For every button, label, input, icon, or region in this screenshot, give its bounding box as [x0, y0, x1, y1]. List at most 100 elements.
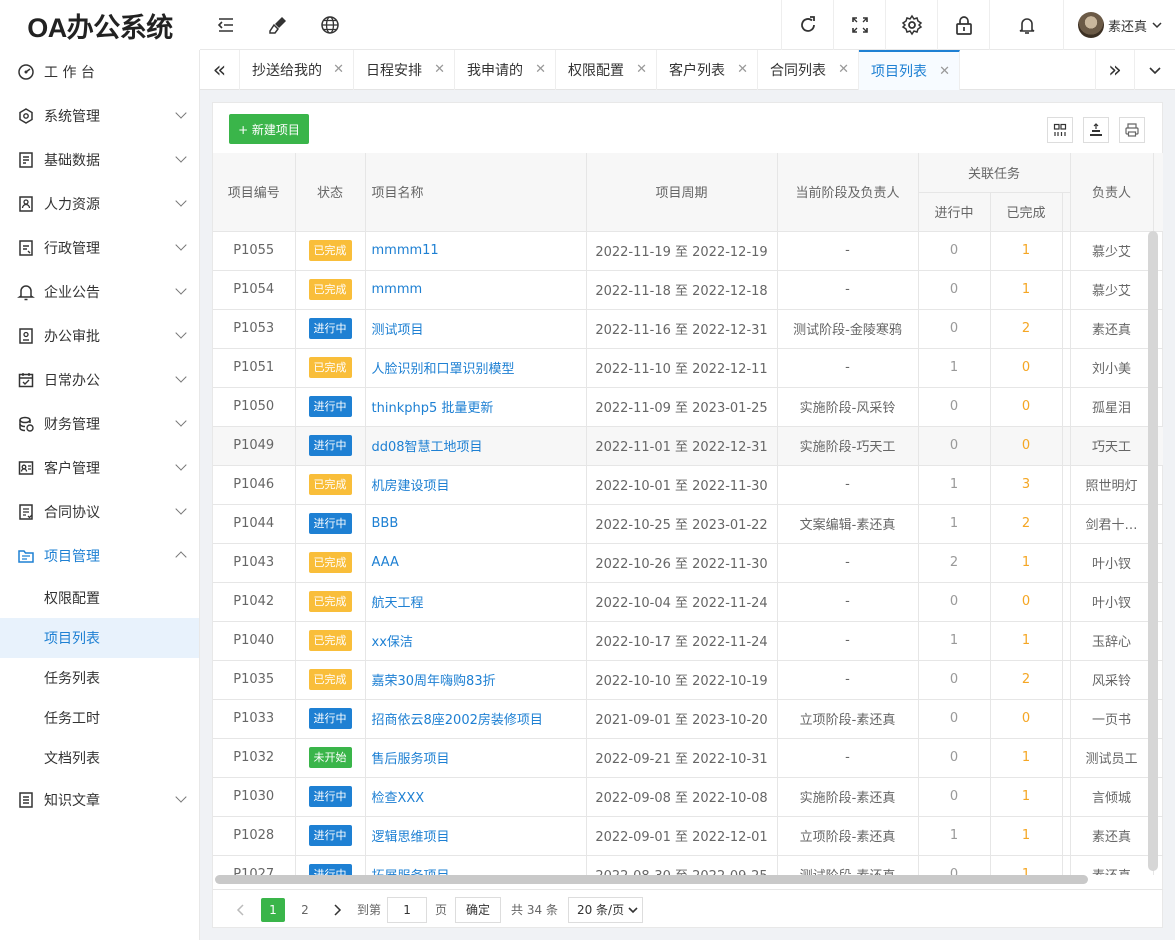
project-name-link[interactable]: 售后服务项目: [365, 738, 587, 778]
project-name-link[interactable]: xx保洁: [365, 621, 587, 661]
project-name-link[interactable]: mmmm: [365, 270, 587, 310]
project-name-link[interactable]: 人脸识别和口罩识别模型: [365, 348, 587, 388]
table-row[interactable]: P1033 进行中 招商依云8座2002房装修项目 2021-09-01 至 2023…: [213, 699, 1163, 739]
close-icon[interactable]: ✕: [535, 62, 546, 77]
lock-icon[interactable]: [937, 0, 989, 50]
new-project-button[interactable]: + 新建项目: [229, 114, 309, 144]
page-2[interactable]: 2: [293, 898, 317, 922]
export-icon[interactable]: [1083, 117, 1109, 143]
col-header-code[interactable]: 项目编号: [213, 153, 296, 232]
sidebar-item-finance[interactable]: 财务管理: [0, 402, 199, 446]
sidebar-item-customer[interactable]: 客户管理: [0, 446, 199, 490]
table-row[interactable]: P1028 进行中 逻辑思维项目 2022-09-01 至 2022-12-01 立项阶…: [213, 816, 1163, 856]
settings-gear-icon[interactable]: [885, 0, 937, 50]
close-icon[interactable]: ✕: [939, 64, 950, 79]
col-header-period[interactable]: 项目周期: [586, 153, 778, 232]
project-name-link[interactable]: 招商依云8座2002房装修项目: [365, 699, 587, 739]
page-size-select[interactable]: 20 条/页: [567, 896, 644, 923]
sidebar-item-hr[interactable]: 人力资源: [0, 182, 199, 226]
project-name-link[interactable]: BBB: [365, 504, 587, 544]
table-row[interactable]: P1042 已完成 航天工程 2022-10-04 至 2022-11-24-0 0 叶小…: [213, 582, 1163, 622]
project-name-link[interactable]: 逻辑思维项目: [365, 816, 587, 856]
tab-menu-chevron-icon[interactable]: [1135, 50, 1175, 90]
sidebar-sub-task-hours[interactable]: 任务工时: [0, 698, 199, 738]
project-name-link[interactable]: mmmm11: [365, 231, 587, 271]
sidebar-item-daily-office[interactable]: 日常办公: [0, 358, 199, 402]
page-1[interactable]: 1: [261, 897, 285, 922]
sidebar-item-announcement[interactable]: 企业公告: [0, 270, 199, 314]
fullscreen-icon[interactable]: [833, 0, 885, 50]
sidebar-item-basic-data[interactable]: 基础数据: [0, 138, 199, 182]
sidebar-item-project[interactable]: 项目管理: [0, 534, 199, 578]
tab-permission[interactable]: 权限配置 ✕: [556, 50, 657, 90]
table-row[interactable]: P1050 进行中 thinkphp5 批量更新 2022-11-09 至 2023-…: [213, 387, 1163, 427]
close-icon[interactable]: ✕: [636, 62, 647, 77]
col-header-done[interactable]: 已完成: [990, 192, 1063, 232]
table-row[interactable]: P1030 进行中 检查XXX 2022-09-08 至 2022-10-08 实施阶段…: [213, 777, 1163, 817]
sidebar-item-knowledge[interactable]: 知识文章: [0, 778, 199, 822]
tab-schedule[interactable]: 日程安排 ✕: [354, 50, 455, 90]
menu-collapse-icon[interactable]: [204, 0, 248, 50]
col-header-doing[interactable]: 进行中: [918, 192, 991, 232]
column-filter-icon[interactable]: [1047, 117, 1073, 143]
project-name-link[interactable]: 机房建设项目: [365, 465, 587, 505]
project-name-link[interactable]: 拓展服务项目: [365, 855, 587, 875]
tab-my-applications[interactable]: 我申请的 ✕: [455, 50, 556, 90]
tab-scroll-left-icon[interactable]: «: [200, 50, 240, 90]
project-name-link[interactable]: AAA: [365, 543, 587, 583]
table-row[interactable]: P1055 已完成 mmmm11 2022-11-19 至 2022-12-19-0 1…: [213, 231, 1163, 271]
clear-cache-icon[interactable]: [256, 0, 300, 50]
next-page-icon[interactable]: [325, 898, 349, 922]
notification-bell-icon[interactable]: [989, 0, 1064, 50]
sidebar-sub-task-list[interactable]: 任务列表: [0, 658, 199, 698]
close-icon[interactable]: ✕: [333, 62, 344, 77]
project-name-link[interactable]: 航天工程: [365, 582, 587, 622]
table-row[interactable]: P1053 进行中 测试项目 2022-11-16 至 2022-12-31 测试阶段-…: [213, 309, 1163, 349]
language-globe-icon[interactable]: [308, 0, 352, 50]
table-row[interactable]: P1049 进行中 dd08智慧工地项目 2022-11-01 至 2022-12-3…: [213, 426, 1163, 466]
table-row[interactable]: P1054 已完成 mmmm 2022-11-18 至 2022-12-18-0 1 慕少…: [213, 270, 1163, 310]
tab-customer-list[interactable]: 客户列表 ✕: [657, 50, 758, 90]
vertical-scrollbar[interactable]: [1148, 231, 1158, 871]
col-header-status[interactable]: 状态: [295, 153, 366, 232]
sidebar-item-approval[interactable]: 办公审批: [0, 314, 199, 358]
close-icon[interactable]: ✕: [737, 62, 748, 77]
sidebar-item-contract[interactable]: 合同协议: [0, 490, 199, 534]
project-name-link[interactable]: dd08智慧工地项目: [365, 426, 587, 466]
close-icon[interactable]: ✕: [838, 62, 849, 77]
table-row[interactable]: P1051 已完成 人脸识别和口罩识别模型 2022-11-10 至 2022-12-…: [213, 348, 1163, 388]
table-row[interactable]: P1044 进行中 BBB 2022-10-25 至 2023-01-22 文案编辑-素…: [213, 504, 1163, 544]
user-menu[interactable]: 素还真: [1063, 0, 1175, 50]
table-row[interactable]: P1035 已完成 嘉荣30周年嗨购83折 2022-10-10 至 2022-10-…: [213, 660, 1163, 700]
project-name-link[interactable]: thinkphp5 批量更新: [365, 387, 587, 427]
col-header-name[interactable]: 项目名称: [365, 153, 587, 232]
table-row[interactable]: P1046 已完成 机房建设项目 2022-10-01 至 2022-11-30-1 3…: [213, 465, 1163, 505]
table-row[interactable]: P1027 进行中 拓展服务项目2022-08-30 至 2022-09-25测试阶…: [213, 855, 1163, 875]
col-header-owner[interactable]: 负责人: [1070, 153, 1154, 232]
sidebar-sub-document-list[interactable]: 文档列表: [0, 738, 199, 778]
col-header-stage[interactable]: 当前阶段及负责人: [777, 153, 919, 232]
table-row[interactable]: P1032 未开始 售后服务项目 2022-09-21 至 2022-10-31-0 1…: [213, 738, 1163, 778]
tab-contract-list[interactable]: 合同列表 ✕: [758, 50, 859, 90]
prev-page-icon[interactable]: [229, 898, 253, 922]
sidebar-sub-project-list[interactable]: 项目列表: [0, 618, 199, 658]
sidebar-item-system[interactable]: 系统管理: [0, 94, 199, 138]
horizontal-scrollbar[interactable]: [215, 875, 1088, 884]
sidebar-item-dashboard[interactable]: 工 作 台: [0, 50, 199, 94]
table-row[interactable]: P1040 已完成 xx保洁 2022-10-17 至 2022-11-24-1 1 玉辞…: [213, 621, 1163, 661]
table-row[interactable]: P1043 已完成 AAA 2022-10-26 至 2022-11-30-2 1 叶小钗: [213, 543, 1163, 583]
project-name-link[interactable]: 检查XXX: [365, 777, 587, 817]
cell-status: 已完成: [295, 231, 366, 271]
sidebar-item-admin[interactable]: 行政管理: [0, 226, 199, 270]
tab-scroll-right-icon[interactable]: »: [1095, 50, 1135, 90]
print-icon[interactable]: [1119, 117, 1145, 143]
project-name-link[interactable]: 测试项目: [365, 309, 587, 349]
project-name-link[interactable]: 嘉荣30周年嗨购83折: [365, 660, 587, 700]
close-icon[interactable]: ✕: [434, 62, 445, 77]
goto-confirm-button[interactable]: 确定: [455, 896, 502, 923]
goto-page-input[interactable]: 1: [387, 896, 428, 923]
refresh-icon[interactable]: [781, 0, 833, 50]
tab-cc-to-me[interactable]: 抄送给我的 ✕: [240, 50, 354, 90]
sidebar-sub-permission[interactable]: 权限配置: [0, 578, 199, 618]
tab-project-list[interactable]: 项目列表 ✕: [859, 50, 960, 90]
